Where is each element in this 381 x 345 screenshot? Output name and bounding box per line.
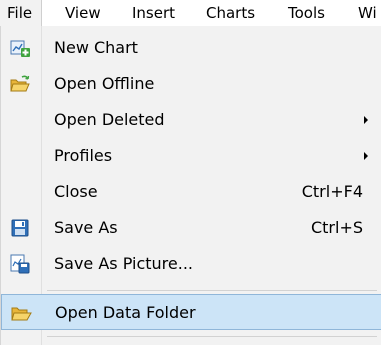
menu-item-label: Open Offline — [54, 74, 155, 93]
menu-item-shortcut: Ctrl+F4 — [301, 182, 363, 201]
menu-bar: File View Insert Charts Tools Wi — [0, 0, 381, 27]
menu-item-close[interactable]: Close Ctrl+F4 — [1, 174, 381, 210]
menu-item-open-data-folder[interactable]: Open Data Folder — [1, 294, 381, 330]
menu-item-save-as[interactable]: Save As Ctrl+S — [1, 210, 381, 246]
menu-item-new-chart[interactable]: New Chart — [1, 30, 381, 66]
menu-item-label: New Chart — [54, 38, 138, 57]
menu-item-shortcut: Ctrl+S — [310, 218, 363, 237]
menu-file[interactable]: File — [0, 0, 42, 26]
menu-item-label: Open Deleted — [54, 110, 165, 129]
new-chart-icon — [9, 37, 31, 59]
menu-item-label: Profiles — [54, 146, 113, 165]
menu-separator — [47, 336, 377, 337]
menu-insert[interactable]: Insert — [132, 0, 175, 26]
open-folder-icon — [10, 302, 32, 324]
menu-item-save-as-picture[interactable]: Save As Picture... — [1, 246, 381, 282]
menu-item-open-offline[interactable]: Open Offline — [1, 66, 381, 102]
menu-item-open-deleted[interactable]: Open Deleted — [1, 102, 381, 138]
menu-charts[interactable]: Charts — [206, 0, 255, 26]
save-picture-icon — [9, 253, 31, 275]
menu-item-label: Open Data Folder — [55, 303, 196, 322]
file-dropdown-menu: New Chart Open Offline Open Deleted Prof… — [0, 26, 381, 345]
menu-item-label: Close — [54, 182, 98, 201]
floppy-disk-icon — [9, 217, 31, 239]
menu-view[interactable]: View — [65, 0, 101, 26]
menu-item-label: Save As Picture... — [54, 254, 194, 273]
submenu-arrow-icon — [364, 152, 368, 160]
menu-item-profiles[interactable]: Profiles — [1, 138, 381, 174]
menu-tools[interactable]: Tools — [288, 0, 325, 26]
open-folder-icon — [9, 73, 31, 95]
menu-separator — [47, 290, 377, 291]
submenu-arrow-icon — [364, 116, 368, 124]
menu-window[interactable]: Wi — [358, 0, 377, 26]
menu-item-label: Save As — [54, 218, 118, 237]
